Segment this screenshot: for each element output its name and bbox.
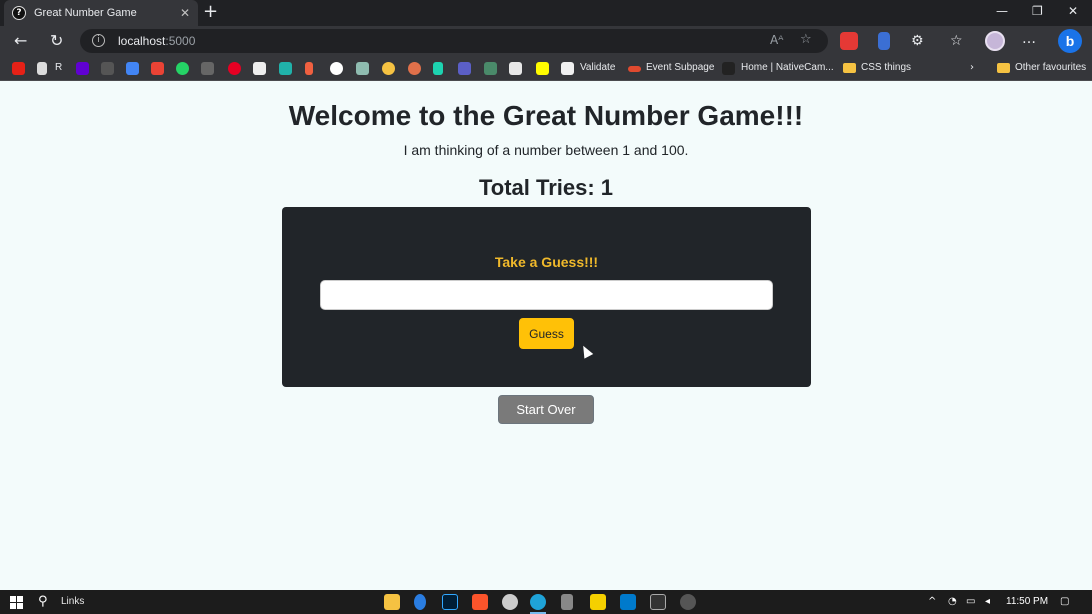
nativecamp-icon[interactable] <box>722 62 735 75</box>
gmail-icon[interactable] <box>151 62 164 75</box>
folder-icon <box>997 63 1010 73</box>
guess-button[interactable]: Guess <box>519 318 574 349</box>
translate-icon[interactable] <box>126 62 139 75</box>
page-subtitle: I am thinking of a number between 1 and … <box>403 142 689 158</box>
terminal-icon[interactable] <box>650 594 666 610</box>
bluetooth-icon[interactable] <box>414 594 426 610</box>
url-host: localhost <box>118 34 166 48</box>
github-icon[interactable] <box>330 62 343 75</box>
page-title: Welcome to the Great Number Game!!! <box>288 100 804 131</box>
browser-toolbar: ← ↻ i localhost:5000 Aᴬ ☆ ⚙ ☆ … b <box>0 26 1092 56</box>
tab-title: Great Number Game <box>34 7 137 19</box>
taskbar-clock[interactable]: 11:50 PM <box>1006 596 1048 607</box>
page-content: Welcome to the Great Number Game!!! I am… <box>0 82 1092 590</box>
windows-start-icon[interactable] <box>10 596 23 609</box>
back-icon[interactable]: ← <box>14 31 27 51</box>
document-icon[interactable] <box>37 62 47 75</box>
bing-icon[interactable]: b <box>1058 29 1082 53</box>
taskbar-search-label[interactable]: Links <box>61 596 84 607</box>
bookmark-css-things[interactable]: CSS things <box>861 62 911 73</box>
more-icon[interactable]: … <box>1022 31 1036 47</box>
app-icon[interactable] <box>502 594 518 610</box>
address-bar[interactable]: i localhost:5000 Aᴬ ☆ <box>80 29 828 53</box>
battery-icon[interactable]: ▭ <box>966 596 975 607</box>
bookmark-nativecamp[interactable]: Home | NativeCam... <box>741 62 834 73</box>
bookmark-icon[interactable] <box>201 62 214 75</box>
read-aloud-icon[interactable]: Aᴬ <box>770 33 783 47</box>
other-favourites[interactable]: Other favourites <box>1015 62 1086 73</box>
minimize-icon[interactable]: — <box>996 4 1008 18</box>
bookmark-r[interactable]: R <box>55 62 62 73</box>
bookmark-validate[interactable]: Validate <box>580 62 615 73</box>
chevron-up-icon[interactable]: ^ <box>928 596 936 607</box>
tab-favicon-icon: ? <box>12 6 26 20</box>
total-tries: Total Tries: 1 <box>478 175 614 200</box>
teams-icon[interactable] <box>458 62 471 75</box>
notifications-icon[interactable]: ▢ <box>1060 596 1069 607</box>
file-explorer-icon[interactable] <box>384 594 400 610</box>
favorites-icon[interactable]: ☆ <box>950 31 963 51</box>
badge-extension-icon[interactable] <box>878 32 890 50</box>
sticky-notes-icon[interactable] <box>590 594 606 610</box>
bookmark-icon[interactable] <box>433 62 443 75</box>
youtube-icon[interactable] <box>12 62 25 75</box>
bookmark-icon[interactable] <box>356 62 369 75</box>
bookmark-icon[interactable] <box>408 62 421 75</box>
network-icon[interactable]: ◔ <box>948 596 957 607</box>
browser-tab-bar: ? Great Number Game ✕ + — ❐ ✕ <box>0 0 1092 26</box>
refresh-icon[interactable]: ↻ <box>50 31 63 51</box>
mouse-cursor-icon <box>578 343 594 359</box>
yahoo-icon[interactable] <box>76 62 89 75</box>
volume-icon[interactable]: ◂ <box>985 596 990 607</box>
w3c-icon[interactable] <box>561 62 574 75</box>
add-favorite-icon[interactable]: ☆ <box>800 32 812 47</box>
guess-prompt: Take a Guess!!! <box>494 254 599 270</box>
brave-icon[interactable] <box>472 594 488 610</box>
info-icon[interactable]: i <box>92 34 105 47</box>
guess-input[interactable] <box>320 280 773 310</box>
bookmark-icon[interactable] <box>101 62 114 75</box>
vscode-icon[interactable] <box>620 594 636 610</box>
edge-icon[interactable] <box>530 594 546 610</box>
bookmark-icon[interactable] <box>484 62 497 75</box>
bookmark-event-subpage[interactable]: Event Subpage <box>646 62 714 73</box>
bookmark-icon[interactable] <box>305 62 313 75</box>
bookmark-icon[interactable] <box>509 62 522 75</box>
snapchat-icon[interactable] <box>536 62 549 75</box>
extensions-icon[interactable]: ⚙ <box>911 31 924 51</box>
bookmark-icon[interactable] <box>279 62 292 75</box>
pinterest-icon[interactable] <box>228 62 241 75</box>
new-tab-icon[interactable]: + <box>203 2 218 22</box>
emoji-icon[interactable] <box>382 62 395 75</box>
profile-avatar[interactable] <box>985 31 1005 51</box>
bookmarks-bar: R Validate Event Subpage Home | NativeCa… <box>0 56 1092 81</box>
github-desktop-icon[interactable] <box>680 594 696 610</box>
chevron-right-icon[interactable]: › <box>970 62 974 73</box>
search-icon[interactable]: ⚲ <box>38 594 48 609</box>
start-over-button[interactable]: Start Over <box>498 395 594 424</box>
calculator-icon[interactable] <box>561 594 573 610</box>
url-port: :5000 <box>165 34 196 48</box>
close-tab-icon[interactable]: ✕ <box>180 6 190 20</box>
close-window-icon[interactable]: ✕ <box>1068 4 1078 18</box>
windows-taskbar: ⚲ Links ^ ◔ ▭ ◂ 11:50 PM ▢ <box>0 590 1092 614</box>
bookmark-icon[interactable] <box>253 62 266 75</box>
whatsapp-icon[interactable] <box>176 62 189 75</box>
adblock-extension-icon[interactable] <box>840 32 858 50</box>
url-text[interactable]: localhost:5000 <box>118 34 195 48</box>
maximize-icon[interactable]: ❐ <box>1032 4 1043 18</box>
photoshop-icon[interactable] <box>442 594 458 610</box>
guess-card: Take a Guess!!! Guess <box>282 207 811 387</box>
folder-icon <box>843 63 856 73</box>
bookmark-icon[interactable] <box>628 66 641 72</box>
browser-tab[interactable]: ? Great Number Game ✕ <box>4 0 198 26</box>
